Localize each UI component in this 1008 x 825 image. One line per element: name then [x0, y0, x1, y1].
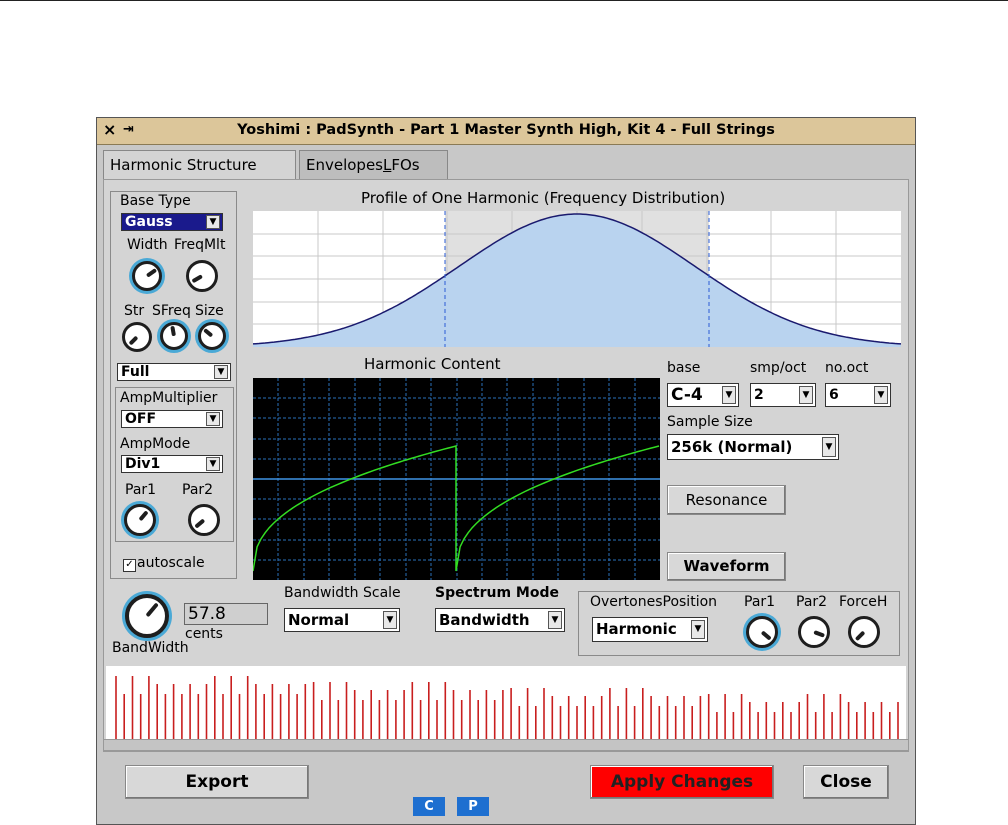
autoscale-label: autoscale — [137, 555, 205, 571]
ampmultiplier-value: OFF — [125, 411, 157, 427]
overtones-position-label: OvertonesPosition — [590, 594, 718, 610]
overtones-par1-knob[interactable] — [746, 616, 778, 648]
bandwidth-scale-label: Bandwidth Scale — [284, 585, 401, 601]
ampmode-select[interactable]: Div1 — [121, 455, 223, 473]
no-oct-value: 6 — [829, 387, 839, 403]
bandwidth-unit: cents — [185, 626, 223, 642]
width-label: Width — [127, 237, 168, 253]
base-type-label: Base Type — [120, 193, 191, 209]
profile-title: Profile of One Harmonic (Frequency Distr… — [361, 189, 726, 207]
p-button[interactable]: P — [457, 797, 489, 816]
no-oct-select[interactable]: 6 — [825, 383, 891, 407]
freqmlt-label: FreqMlt — [174, 237, 226, 253]
full-select[interactable]: Full — [117, 363, 231, 381]
amp-par2-knob[interactable] — [188, 504, 220, 536]
amp-par2-label: Par2 — [182, 482, 214, 498]
overtones-position-value: Harmonic — [596, 620, 677, 638]
sfreq-label: SFreq — [152, 303, 191, 319]
forceh-knob[interactable] — [848, 616, 880, 648]
sample-size-select[interactable]: 256k (Normal) — [667, 434, 839, 460]
harmonics-spectrum — [106, 666, 906, 748]
base-value: C-4 — [671, 385, 703, 405]
overtones-position-select[interactable]: Harmonic — [592, 617, 708, 642]
ampmultiplier-label: AmpMultiplier — [120, 390, 218, 406]
ampmode-label: AmpMode — [120, 436, 191, 452]
overtones-par2-label: Par2 — [796, 594, 828, 610]
amp-par1-label: Par1 — [125, 482, 157, 498]
ampmode-value: Div1 — [125, 456, 161, 472]
tab-envelopes-lfos[interactable]: EnvelopesLFOs — [299, 150, 448, 180]
forceh-label: ForceH — [839, 594, 888, 610]
str-label: Str — [124, 303, 145, 319]
autoscale-checkbox[interactable]: ✓ — [123, 559, 136, 572]
harmonic-content-graph — [253, 378, 660, 580]
no-oct-label: no.oct — [825, 360, 869, 376]
amp-par1-knob[interactable] — [124, 504, 156, 536]
spectrum-mode-select[interactable]: Bandwidth — [435, 608, 565, 632]
export-button[interactable]: Export — [125, 765, 309, 799]
bandwidth-value: 57.8 — [188, 604, 226, 624]
sample-size-label: Sample Size — [667, 414, 753, 430]
close-button[interactable]: Close — [803, 765, 889, 799]
str-knob[interactable] — [122, 322, 152, 352]
bandwidth-value-box[interactable]: 57.8 — [184, 603, 268, 625]
ampmultiplier-select[interactable]: OFF — [121, 410, 223, 428]
title-bar: × ⇥ Yoshimi : PadSynth - Part 1 Master S… — [97, 118, 915, 145]
bandwidth-scale-select[interactable]: Normal — [284, 608, 400, 632]
harmonic-content-title: Harmonic Content — [364, 355, 501, 373]
full-value: Full — [121, 364, 150, 380]
freqmlt-knob[interactable] — [186, 260, 218, 292]
size-knob[interactable] — [198, 322, 226, 350]
harmonic-structure-panel: Base Type Gauss Width FreqMlt Str SFreq … — [103, 179, 909, 752]
tab-harmonic-structure[interactable]: Harmonic Structure — [103, 150, 296, 181]
apply-changes-button[interactable]: Apply Changes — [590, 765, 774, 799]
padsynth-window: × ⇥ Yoshimi : PadSynth - Part 1 Master S… — [96, 117, 916, 825]
profile-graph — [253, 211, 901, 347]
size-label: Size — [195, 303, 224, 319]
smp-oct-value: 2 — [754, 387, 764, 403]
smp-oct-select[interactable]: 2 — [750, 383, 816, 407]
resonance-button[interactable]: Resonance — [667, 485, 786, 515]
smp-oct-label: smp/oct — [750, 360, 807, 376]
sfreq-knob[interactable] — [160, 322, 188, 350]
sample-size-value: 256k (Normal) — [671, 438, 793, 456]
overtones-par1-label: Par1 — [744, 594, 776, 610]
horizontal-scrollbar[interactable] — [103, 739, 909, 751]
waveform-button[interactable]: Waveform — [667, 552, 786, 581]
width-knob[interactable] — [132, 261, 162, 291]
spectrum-mode-label: Spectrum Mode — [435, 585, 559, 601]
top-divider — [0, 0, 1008, 1]
window-title: Yoshimi : PadSynth - Part 1 Master Synth… — [237, 122, 775, 138]
spectrum-mode-value: Bandwidth — [439, 611, 530, 629]
base-type-value: Gauss — [125, 214, 173, 230]
bandwidth-knob[interactable] — [125, 594, 169, 638]
bandwidth-label: BandWidth — [112, 640, 189, 656]
base-select[interactable]: C-4 — [667, 383, 739, 407]
overtones-par2-knob[interactable] — [798, 616, 830, 648]
c-button[interactable]: C — [413, 797, 445, 816]
base-label: base — [667, 360, 701, 376]
base-type-select[interactable]: Gauss — [121, 213, 223, 231]
bandwidth-scale-value: Normal — [288, 611, 350, 629]
